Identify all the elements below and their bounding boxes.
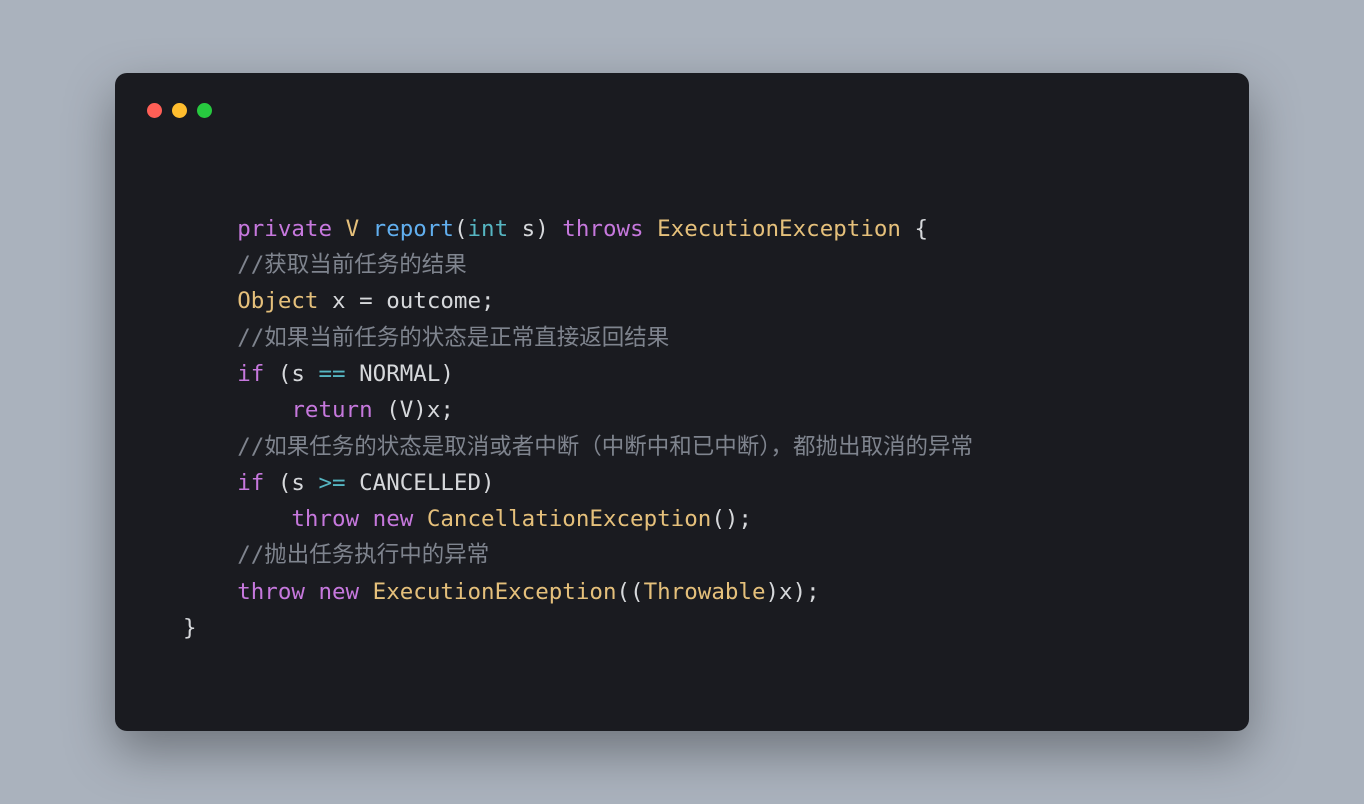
keyword-return: return <box>291 397 372 423</box>
code-line: Object x = outcome; <box>183 288 495 314</box>
type-cancel-exc: CancellationException <box>427 506 711 532</box>
comment: //如果当前任务的状态是正常直接返回结果 <box>237 325 669 351</box>
paren: ( <box>454 216 468 242</box>
param: s <box>508 216 535 242</box>
code-line: private V report(int s) throws Execution… <box>183 216 928 242</box>
type-exec-exc: ExecutionException <box>373 579 617 605</box>
keyword-new: new <box>305 579 373 605</box>
window-controls <box>143 97 1221 118</box>
code-window: private V report(int s) throws Execution… <box>115 73 1249 730</box>
keyword-throw: throw <box>237 579 305 605</box>
type-exception: ExecutionException <box>657 216 901 242</box>
method-name: report <box>373 216 454 242</box>
code-line: if (s >= CANCELLED) <box>183 470 495 496</box>
code-line: if (s == NORMAL) <box>183 361 454 387</box>
code-text: CANCELLED) <box>346 470 495 496</box>
code-line: //获取当前任务的结果 <box>183 252 467 278</box>
keyword-if: if <box>237 470 264 496</box>
code-line: //如果当前任务的状态是正常直接返回结果 <box>183 325 669 351</box>
comment: //抛出任务执行中的异常 <box>237 542 489 568</box>
code-line: //抛出任务执行中的异常 <box>183 542 489 568</box>
brace: { <box>901 216 928 242</box>
code-text: (s <box>264 361 318 387</box>
comment: //如果任务的状态是取消或者中断（中断中和已中断），都抛出取消的异常 <box>237 434 973 460</box>
code-line: throw new CancellationException(); <box>183 506 752 532</box>
paren: ) <box>535 216 549 242</box>
paren: (( <box>617 579 644 605</box>
code-text: (V)x; <box>373 397 454 423</box>
code-text: x = outcome; <box>318 288 494 314</box>
type-object: Object <box>237 288 318 314</box>
keyword-if: if <box>237 361 264 387</box>
keyword-private: private <box>237 216 332 242</box>
maximize-icon[interactable] <box>197 103 212 118</box>
minimize-icon[interactable] <box>172 103 187 118</box>
code-line: } <box>183 615 197 641</box>
type-int: int <box>467 216 508 242</box>
code-line: //如果任务的状态是取消或者中断（中断中和已中断），都抛出取消的异常 <box>183 434 973 460</box>
code-line: throw new ExecutionException((Throwable)… <box>183 579 820 605</box>
code-text: NORMAL) <box>346 361 454 387</box>
comment: //获取当前任务的结果 <box>237 252 467 278</box>
operator: >= <box>318 470 345 496</box>
code-text: )x); <box>766 579 820 605</box>
keyword-new: new <box>359 506 427 532</box>
code-text: (); <box>711 506 752 532</box>
type-throwable: Throwable <box>644 579 766 605</box>
type-v: V <box>346 216 360 242</box>
keyword-throw: throw <box>291 506 359 532</box>
operator: == <box>318 361 345 387</box>
keyword-throws: throws <box>549 216 657 242</box>
close-icon[interactable] <box>147 103 162 118</box>
brace: } <box>183 615 197 641</box>
code-line: return (V)x; <box>183 397 454 423</box>
code-block: private V report(int s) throws Execution… <box>143 174 1221 682</box>
code-text: (s <box>264 470 318 496</box>
